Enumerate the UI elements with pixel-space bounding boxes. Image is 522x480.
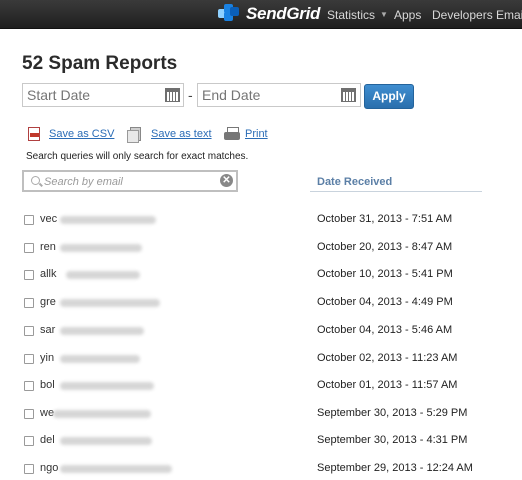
redacted-email <box>59 437 152 445</box>
redacted-email <box>59 382 154 390</box>
search-icon <box>31 176 40 185</box>
row-checkbox[interactable] <box>24 381 34 391</box>
nav-statistics[interactable]: Statistics ▼ <box>327 0 388 29</box>
date-received: October 01, 2013 - 11:57 AM <box>317 379 458 391</box>
redacted-email <box>59 465 172 473</box>
chevron-down-icon: ▼ <box>380 10 388 19</box>
date-received: October 10, 2013 - 5:41 PM <box>317 268 453 280</box>
nav-developers-label: Developers <box>432 7 493 22</box>
sendgrid-logo[interactable]: SendGrid <box>218 3 320 25</box>
nav-email[interactable]: Email <box>496 0 522 29</box>
table-row: yin October 02, 2013 - 11:23 AM <box>0 351 522 371</box>
date-received-header[interactable]: Date Received <box>317 176 392 188</box>
save-as-text-link[interactable]: Save as text <box>151 128 212 140</box>
row-checkbox[interactable] <box>24 436 34 446</box>
table-row: we September 30, 2013 - 5:29 PM <box>0 406 522 426</box>
date-received: October 04, 2013 - 5:46 AM <box>317 324 453 336</box>
date-received: October 04, 2013 - 4:49 PM <box>317 296 453 308</box>
row-checkbox[interactable] <box>24 270 34 280</box>
email-address: yin <box>40 352 55 364</box>
email-address: sar <box>40 324 56 336</box>
date-received: September 29, 2013 - 12:24 AM <box>317 462 473 474</box>
calendar-icon[interactable] <box>165 88 180 102</box>
email-address: del <box>40 434 55 446</box>
row-checkbox[interactable] <box>24 409 34 419</box>
date-received: September 30, 2013 - 5:29 PM <box>317 407 468 419</box>
row-checkbox[interactable] <box>24 354 34 364</box>
date-range-separator: - <box>188 87 193 103</box>
start-date-input[interactable] <box>22 83 184 107</box>
apply-button[interactable]: Apply <box>364 84 414 109</box>
email-address: gre <box>40 296 56 308</box>
email-address: ngo <box>40 462 59 474</box>
date-received: October 20, 2013 - 8:47 AM <box>317 241 453 253</box>
redacted-email <box>66 271 140 279</box>
redacted-email <box>53 410 151 418</box>
nav-apps[interactable]: Apps <box>394 0 421 29</box>
header-divider <box>310 191 482 192</box>
row-checkbox[interactable] <box>24 243 34 253</box>
print-link[interactable]: Print <box>245 128 268 140</box>
search-hint: Search queries will only search for exac… <box>26 151 249 162</box>
email-address: ren <box>40 241 56 253</box>
date-received: October 31, 2013 - 7:51 AM <box>317 213 453 225</box>
table-row: gre October 04, 2013 - 4:49 PM <box>0 295 522 315</box>
save-as-csv-action[interactable]: Save as CSV <box>28 127 114 141</box>
clear-search-icon[interactable]: ✕ <box>220 174 233 187</box>
table-row: allk October 10, 2013 - 5:41 PM <box>0 267 522 287</box>
row-checkbox[interactable] <box>24 326 34 336</box>
search-box: ✕ <box>22 170 238 192</box>
page-title: 52 Spam Reports <box>22 53 178 74</box>
redacted-email <box>59 327 144 335</box>
table-row: sar October 04, 2013 - 5:46 AM <box>0 323 522 343</box>
calendar-icon[interactable] <box>341 88 356 102</box>
print-action[interactable]: Print <box>224 127 268 140</box>
redacted-email <box>59 299 160 307</box>
email-address: bol <box>40 379 55 391</box>
row-checkbox[interactable] <box>24 215 34 225</box>
nav-apps-label: Apps <box>394 7 422 22</box>
redacted-email <box>59 355 140 363</box>
top-nav-bar: SendGrid Statistics ▼ Apps Developers Em… <box>0 0 522 29</box>
sendgrid-logo-icon <box>218 4 242 24</box>
date-received: October 02, 2013 - 11:23 AM <box>317 352 458 364</box>
row-checkbox[interactable] <box>24 298 34 308</box>
table-row: ren October 20, 2013 - 8:47 AM <box>0 240 522 260</box>
text-file-icon <box>127 127 141 143</box>
save-as-text-action[interactable]: Save as text <box>127 127 212 143</box>
email-address: vec <box>40 213 58 225</box>
csv-file-icon <box>28 127 40 141</box>
email-address: allk <box>40 268 57 280</box>
row-checkbox[interactable] <box>24 464 34 474</box>
save-as-csv-link[interactable]: Save as CSV <box>49 128 114 140</box>
table-row: ngo September 29, 2013 - 12:24 AM <box>0 461 522 480</box>
redacted-email <box>59 216 156 224</box>
table-row: vec October 31, 2013 - 7:51 AM <box>0 212 522 232</box>
end-date-input[interactable] <box>197 83 361 107</box>
search-input[interactable] <box>44 173 214 190</box>
email-address: we <box>40 407 55 419</box>
date-received: September 30, 2013 - 4:31 PM <box>317 434 468 446</box>
table-row: del September 30, 2013 - 4:31 PM <box>0 433 522 453</box>
printer-icon <box>224 127 240 140</box>
nav-email-label: Email <box>496 7 522 22</box>
nav-statistics-label: Statistics <box>327 7 376 22</box>
table-row: bol October 01, 2013 - 11:57 AM <box>0 378 522 398</box>
redacted-email <box>59 244 142 252</box>
brand-name: SendGrid <box>246 4 321 23</box>
nav-developers[interactable]: Developers <box>432 0 493 29</box>
